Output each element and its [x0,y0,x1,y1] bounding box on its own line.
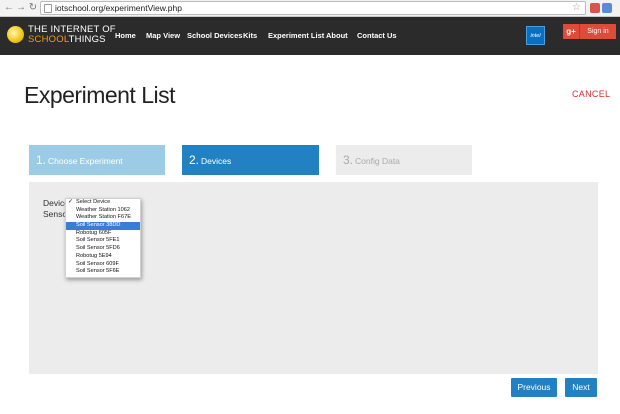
previous-button[interactable]: Previous [511,378,557,397]
intel-logo: intel [526,26,545,45]
device-option[interactable]: Robotug 5E94 [66,253,140,261]
address-bar[interactable]: iotschool.org/experimentView.php ☆ [40,1,586,15]
step-label: Devices [201,156,232,166]
device-option-highlighted[interactable]: Soil Sensor 38DD [66,222,140,230]
site-logo[interactable]: THE INTERNET OF SCHOOLTHINGS [28,25,116,45]
lightbulb-logo-icon[interactable] [7,26,24,43]
step-number: 2. [189,153,200,167]
step-choose-experiment[interactable]: 1. Choose Experiment [29,145,165,175]
device-option[interactable]: Soil Sensor 5FD6 [66,245,140,253]
step-number: 1. [36,153,47,167]
step-devices[interactable]: 2. Devices [182,145,319,175]
nav-kits[interactable]: Kits [243,31,257,40]
nav-map-view[interactable]: Map View [146,31,180,40]
site-header: THE INTERNET OF SCHOOLTHINGS Home Map Vi… [0,17,620,55]
cancel-link[interactable]: CANCEL [572,89,610,99]
step-label: Config Data [355,156,400,166]
back-icon[interactable]: ← [3,2,15,14]
device-option[interactable]: Soil Sensor 5F6E [66,268,140,276]
step-config-data[interactable]: 3. Config Data [336,145,472,175]
device-option[interactable]: Weather Station 1062 [66,207,140,215]
logo-line-2a: SCHOOL [28,34,69,45]
sign-in-button[interactable]: Sign in [580,24,616,39]
next-button[interactable]: Next [565,378,597,397]
bookmark-star-icon[interactable]: ☆ [572,2,581,14]
extension-shield-icon[interactable] [590,3,600,13]
checkmark-icon: ✓ [68,199,74,205]
reload-icon[interactable]: ↻ [27,2,39,14]
device-option[interactable]: Soil Sensor 609F [66,261,140,269]
page-icon [44,4,52,13]
nav-school-devices[interactable]: School Devices [187,31,242,40]
logo-line-2b: THINGS [68,34,106,45]
nav-home[interactable]: Home [115,31,136,40]
url-text: iotschool.org/experimentView.php [55,3,182,13]
device-select-dropdown[interactable]: ✓ Select Device Weather Station 1062 Weat… [65,198,141,278]
nav-contact-us[interactable]: Contact Us [357,31,397,40]
extension-translate-icon[interactable] [602,3,612,13]
page-title: Experiment List [24,82,176,108]
forward-icon[interactable]: → [15,2,27,14]
nav-experiment-list[interactable]: Experiment List [268,31,324,40]
device-option[interactable]: Soil Sensor 5FE1 [66,237,140,245]
nav-about[interactable]: About [326,31,348,40]
browser-toolbar: ← → ↻ iotschool.org/experimentView.php ☆ [0,0,620,17]
device-option[interactable]: Weather Station F67E [66,214,140,222]
device-option[interactable]: ✓ Select Device [66,199,140,207]
step-number: 3. [343,153,354,167]
step-label: Choose Experiment [48,156,123,166]
google-plus-icon[interactable]: g+ [563,24,580,39]
device-option[interactable]: Robotug 605F [66,230,140,238]
